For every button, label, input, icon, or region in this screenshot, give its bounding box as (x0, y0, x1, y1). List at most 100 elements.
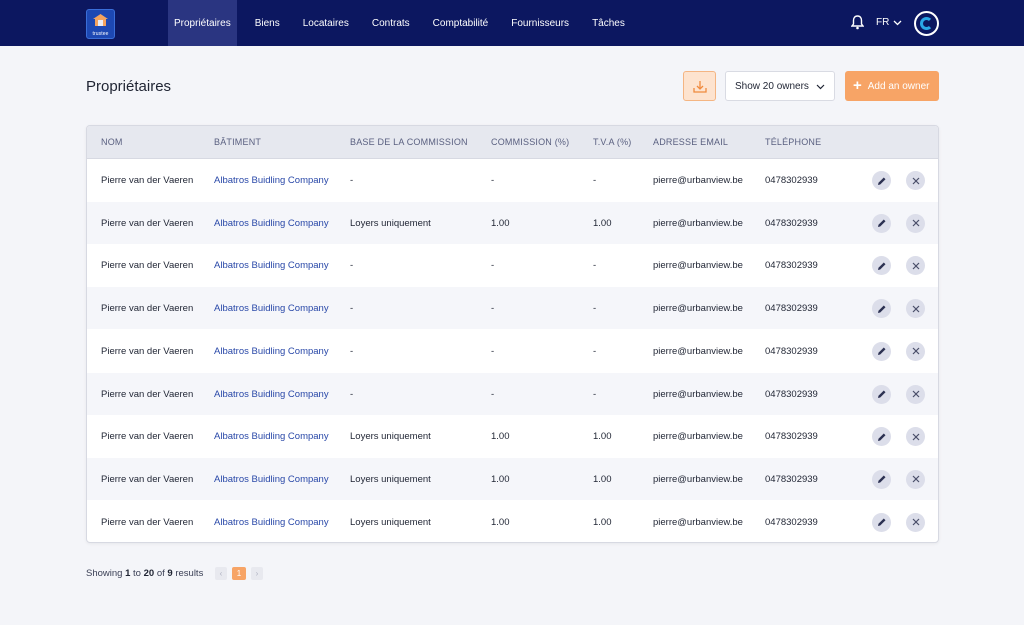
delete-button[interactable] (906, 213, 925, 233)
cell-tva: - (593, 260, 597, 272)
nav-item-locataires[interactable]: Locataires (297, 0, 355, 46)
language-selector[interactable]: FR (876, 17, 902, 28)
edit-button[interactable] (872, 427, 891, 447)
download-icon (692, 80, 707, 93)
nav-item-taches[interactable]: Tâches (586, 0, 631, 46)
edit-button[interactable] (872, 512, 891, 532)
cell-batiment[interactable]: Albatros Buidling Company (214, 346, 329, 357)
next-page-button[interactable]: › (251, 567, 263, 580)
pencil-icon (877, 390, 885, 398)
table-row: Pierre van der Vaeren Albatros Buidling C… (87, 159, 938, 201)
close-icon (912, 433, 919, 441)
house-icon (93, 14, 108, 26)
cell-telephone: 0478302939 (765, 388, 818, 400)
page-size-value: Show 20 owners (735, 80, 809, 92)
page-size-select[interactable]: Show 20 owners (725, 71, 835, 101)
range-start: 1 (125, 568, 131, 579)
delete-button[interactable] (906, 512, 925, 532)
cell-email: pierre@urbanview.be (653, 303, 743, 315)
bell-icon[interactable] (851, 15, 864, 30)
close-icon (912, 305, 919, 313)
cell-tva: - (593, 303, 597, 315)
nav-item-proprietaires[interactable]: Propriétaires (168, 0, 237, 46)
delete-button[interactable] (906, 469, 925, 489)
close-icon (912, 262, 919, 270)
total-results: 9 (167, 568, 173, 579)
column-header-email[interactable]: ADRESSE EMAIL (653, 137, 728, 147)
close-icon (912, 475, 919, 483)
cell-batiment[interactable]: Albatros Buidling Company (214, 260, 329, 271)
cell-nom: Pierre van der Vaeren (101, 516, 194, 528)
column-header-tva[interactable]: T.V.A (%) (593, 137, 631, 147)
cell-telephone: 0478302939 (765, 217, 818, 229)
cell-batiment[interactable]: Albatros Buidling Company (214, 431, 329, 442)
table-row: Pierre van der Vaeren Albatros Buidling C… (87, 372, 938, 415)
pencil-icon (877, 262, 885, 270)
edit-button[interactable] (872, 256, 891, 276)
table-row: Pierre van der Vaeren Albatros Buidling C… (87, 457, 938, 500)
delete-button[interactable] (906, 256, 925, 276)
column-header-telephone[interactable]: TÉLÉPHONE (765, 137, 821, 147)
to-label: to (133, 568, 141, 579)
cell-nom: Pierre van der Vaeren (101, 345, 194, 357)
trustee-logo-icon[interactable]: trustee (86, 9, 115, 39)
delete-button[interactable] (906, 341, 925, 361)
edit-button[interactable] (872, 469, 891, 489)
delete-button[interactable] (906, 384, 925, 404)
cell-base-commission: - (350, 345, 354, 357)
table-row: Pierre van der Vaeren Albatros Buidling C… (87, 330, 938, 372)
cell-email: pierre@urbanview.be (653, 217, 743, 229)
cell-commission: - (491, 260, 495, 272)
owners-table: NOM BÂTIMENT BASE DE LA COMMISSION COMMI… (86, 125, 939, 543)
close-icon (912, 518, 919, 526)
cell-batiment[interactable]: Albatros Buidling Company (214, 175, 329, 186)
previous-page-button[interactable]: ‹ (215, 567, 227, 580)
cell-batiment[interactable]: Albatros Buidling Company (214, 517, 329, 528)
edit-button[interactable] (872, 213, 891, 233)
cell-tva: - (593, 175, 597, 186)
edit-button[interactable] (872, 171, 891, 190)
edit-button[interactable] (872, 341, 891, 361)
column-header-nom[interactable]: NOM (101, 137, 123, 147)
delete-button[interactable] (906, 171, 925, 190)
cell-nom: Pierre van der Vaeren (101, 303, 194, 315)
cell-base-commission: - (350, 175, 354, 186)
cell-nom: Pierre van der Vaeren (101, 431, 194, 443)
range-end: 20 (143, 568, 155, 579)
table-row: Pierre van der Vaeren Albatros Buidling C… (87, 201, 938, 244)
edit-button[interactable] (872, 384, 891, 404)
table-header: NOM BÂTIMENT BASE DE LA COMMISSION COMMI… (87, 126, 938, 159)
cell-batiment[interactable]: Albatros Buidling Company (214, 474, 329, 485)
cell-telephone: 0478302939 (765, 473, 818, 485)
user-avatar-icon[interactable] (914, 11, 939, 36)
cell-commission: - (491, 303, 495, 315)
add-owner-button[interactable]: + Add an owner (845, 71, 939, 101)
column-header-base-commission[interactable]: BASE DE LA COMMISSION (350, 137, 468, 147)
nav-item-contrats[interactable]: Contrats (366, 0, 416, 46)
cell-batiment[interactable]: Albatros Buidling Company (214, 218, 329, 229)
cell-base-commission: Loyers uniquement (350, 431, 431, 443)
cell-batiment[interactable]: Albatros Buidling Company (214, 303, 329, 314)
column-header-commission[interactable]: COMMISSION (%) (491, 137, 569, 147)
cell-commission: 1.00 (491, 516, 510, 528)
table-row: Pierre van der Vaeren Albatros Buidling C… (87, 415, 938, 457)
current-page-button[interactable]: 1 (232, 567, 246, 580)
page-title: Propriétaires (86, 78, 172, 95)
delete-button[interactable] (906, 427, 925, 447)
logo-text: trustee (92, 31, 109, 37)
cell-nom: Pierre van der Vaeren (101, 388, 194, 400)
cell-telephone: 0478302939 (765, 431, 818, 443)
nav-item-biens[interactable]: Biens (249, 0, 286, 46)
cell-base-commission: - (350, 260, 354, 272)
cell-commission: - (491, 175, 495, 186)
cell-batiment[interactable]: Albatros Buidling Company (214, 389, 329, 400)
edit-button[interactable] (872, 299, 891, 319)
cell-telephone: 0478302939 (765, 175, 818, 186)
nav-item-comptabilite[interactable]: Comptabilité (427, 0, 495, 46)
nav-item-fournisseurs[interactable]: Fournisseurs (505, 0, 575, 46)
column-header-batiment[interactable]: BÂTIMENT (214, 137, 261, 147)
cell-nom: Pierre van der Vaeren (101, 175, 194, 186)
table-row: Pierre van der Vaeren Albatros Buidling C… (87, 244, 938, 286)
delete-button[interactable] (906, 299, 925, 319)
download-button[interactable] (683, 71, 716, 101)
